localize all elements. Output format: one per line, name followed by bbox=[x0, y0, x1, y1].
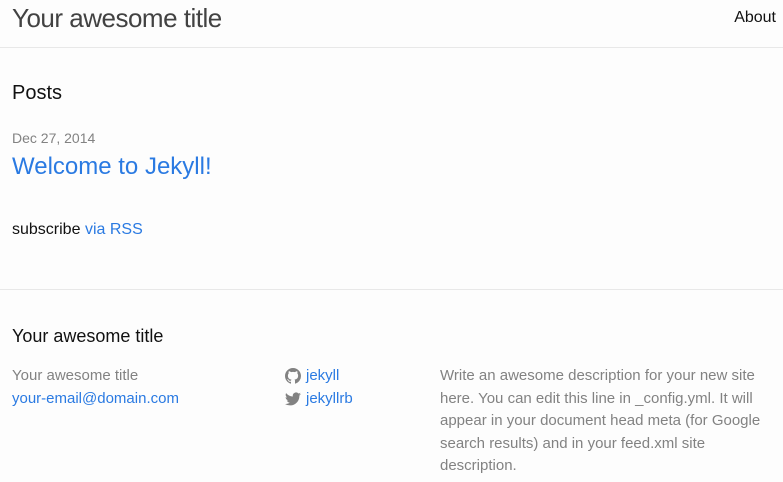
footer-contact: Your awesome title your-email@domain.com bbox=[12, 365, 179, 410]
post-title-link[interactable]: Welcome to Jekyll! bbox=[12, 153, 212, 181]
posts-heading: Posts bbox=[12, 82, 63, 104]
twitter-icon bbox=[285, 392, 301, 406]
site-footer: Your awesome title Your awesome title yo… bbox=[0, 290, 783, 482]
footer-email-link[interactable]: your-email@domain.com bbox=[12, 388, 179, 411]
nav-link-about[interactable]: About bbox=[734, 9, 776, 27]
subscribe-line: subscribe via RSS bbox=[12, 221, 143, 239]
site-header: Your awesome title About bbox=[0, 0, 783, 48]
main-content: Posts Dec 27, 2014 Welcome to Jekyll! su… bbox=[0, 48, 783, 290]
github-link[interactable]: jekyll bbox=[285, 365, 353, 388]
github-username: jekyll bbox=[306, 367, 340, 384]
github-icon bbox=[285, 368, 301, 384]
subscribe-text: subscribe bbox=[12, 221, 81, 238]
footer-social: jekyll jekyllrb bbox=[285, 365, 353, 410]
footer-description: Write an awesome description for your ne… bbox=[440, 367, 761, 474]
twitter-username: jekyllrb bbox=[306, 389, 353, 407]
footer-heading: Your awesome title bbox=[12, 326, 164, 346]
twitter-link[interactable]: jekyllrb bbox=[285, 388, 353, 411]
site-title-link[interactable]: Your awesome title bbox=[12, 4, 222, 32]
footer-contact-name: Your awesome title bbox=[12, 367, 139, 384]
post-date: Dec 27, 2014 bbox=[12, 130, 96, 146]
rss-link[interactable]: via RSS bbox=[85, 221, 143, 238]
